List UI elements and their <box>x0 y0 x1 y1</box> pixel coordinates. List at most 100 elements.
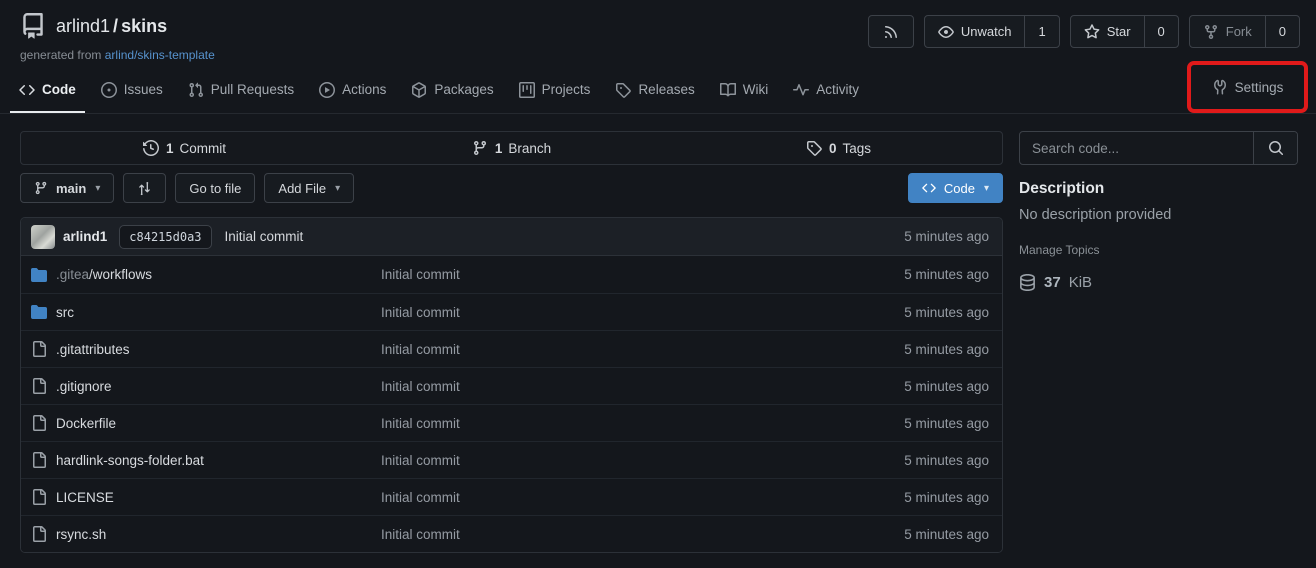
search-input[interactable] <box>1020 132 1253 164</box>
file-commit-message-link[interactable]: Initial commit <box>381 305 904 320</box>
search-icon <box>1268 140 1284 156</box>
file-commit-message-link[interactable]: Initial commit <box>381 342 904 357</box>
file-icon <box>31 489 47 505</box>
file-icon <box>31 452 47 468</box>
repo-action-buttons: Unwatch 1 Star 0 Fork 0 <box>868 15 1300 48</box>
commit-author-link[interactable]: arlind1 <box>63 229 107 244</box>
tab-code[interactable]: Code <box>10 68 85 113</box>
search-button[interactable] <box>1253 132 1297 164</box>
code-icon <box>19 82 35 98</box>
file-time: 5 minutes ago <box>904 416 992 431</box>
file-name-link[interactable]: LICENSE <box>56 490 114 505</box>
template-link[interactable]: arlind/skins-template <box>105 48 215 62</box>
file-name-link[interactable]: .gitignore <box>56 379 112 394</box>
file-name-link[interactable]: .gitattributes <box>56 342 130 357</box>
fork-count[interactable]: 0 <box>1265 16 1299 47</box>
file-time: 5 minutes ago <box>904 490 992 505</box>
code-search-box <box>1019 131 1298 165</box>
tab-projects[interactable]: Projects <box>510 68 600 113</box>
manage-topics-link[interactable]: Manage Topics <box>1019 243 1100 257</box>
tab-wiki[interactable]: Wiki <box>711 68 778 113</box>
branch-selector[interactable]: main ▾ <box>20 173 114 203</box>
file-time: 5 minutes ago <box>904 305 992 320</box>
latest-commit-row: arlind1 c84215d0a3 Initial commit 5 minu… <box>21 218 1002 256</box>
chevron-down-icon: ▾ <box>984 183 989 194</box>
file-commit-message-link[interactable]: Initial commit <box>381 267 904 282</box>
tag-icon <box>615 82 631 98</box>
unwatch-label: Unwatch <box>961 24 1012 39</box>
star-count[interactable]: 0 <box>1144 16 1178 47</box>
file-time: 5 minutes ago <box>904 453 992 468</box>
chevron-down-icon: ▾ <box>335 183 340 194</box>
description-heading: Description <box>1019 180 1298 198</box>
table-row: .gitignore Initial commit 5 minutes ago <box>21 367 1002 404</box>
table-row: .gitattributes Initial commit 5 minutes … <box>21 330 1002 367</box>
file-commit-message-link[interactable]: Initial commit <box>381 453 904 468</box>
table-row: rsync.sh Initial commit 5 minutes ago <box>21 515 1002 552</box>
file-name-link[interactable]: rsync.sh <box>56 527 106 542</box>
tab-packages[interactable]: Packages <box>402 68 502 113</box>
tags-stat[interactable]: 0 Tags <box>675 132 1002 164</box>
repo-icon <box>20 13 46 39</box>
repo-size-unit: KiB <box>1069 274 1092 291</box>
settings-annotation-box: Settings <box>1187 61 1308 113</box>
commit-time: 5 minutes ago <box>904 229 992 244</box>
star-button[interactable]: Star 0 <box>1070 15 1179 48</box>
repo-header: arlind1/skins generated from arlind/skin… <box>0 0 1316 62</box>
commit-message-link[interactable]: Initial commit <box>225 229 304 244</box>
code-download-button[interactable]: Code ▾ <box>908 173 1003 203</box>
tab-pull-requests[interactable]: Pull Requests <box>179 68 303 113</box>
tab-settings[interactable]: Settings <box>1203 79 1293 95</box>
unwatch-button[interactable]: Unwatch 1 <box>924 15 1060 48</box>
repo-stats-bar: 1 Commit 1 Branch 0 Tags <box>20 131 1003 165</box>
file-commit-message-link[interactable]: Initial commit <box>381 527 904 542</box>
file-icon <box>31 341 47 357</box>
star-icon <box>1084 24 1100 40</box>
generated-from: generated from arlind/skins-template <box>20 48 215 62</box>
file-commit-message-link[interactable]: Initial commit <box>381 416 904 431</box>
page-title: arlind1/skins <box>56 16 167 37</box>
chevron-down-icon: ▾ <box>95 183 100 194</box>
go-to-file-button[interactable]: Go to file <box>175 173 255 203</box>
repo-size-number: 37 <box>1044 274 1061 291</box>
repo-size: 37 KiB <box>1019 274 1298 291</box>
repo-owner-link[interactable]: arlind1 <box>56 16 110 36</box>
table-row: LICENSE Initial commit 5 minutes ago <box>21 478 1002 515</box>
history-icon <box>143 140 159 156</box>
tab-activity[interactable]: Activity <box>784 68 868 113</box>
table-row: .gitea/workflows Initial commit 5 minute… <box>21 256 1002 293</box>
pulse-icon <box>793 82 809 98</box>
add-file-button[interactable]: Add File ▾ <box>264 173 354 203</box>
repo-name-link[interactable]: skins <box>121 16 167 36</box>
compare-button[interactable] <box>123 173 166 203</box>
file-name-link[interactable]: .gitea/workflows <box>56 267 152 282</box>
file-name-link[interactable]: Dockerfile <box>56 416 116 431</box>
table-row: src Initial commit 5 minutes ago <box>21 293 1002 330</box>
repo-tabbar: Code Issues Pull Requests Actions Packag… <box>0 68 1316 114</box>
file-commit-message-link[interactable]: Initial commit <box>381 379 904 394</box>
table-row: hardlink-songs-folder.bat Initial commit… <box>21 441 1002 478</box>
folder-icon <box>31 304 47 320</box>
tab-actions[interactable]: Actions <box>310 68 395 113</box>
file-commit-message-link[interactable]: Initial commit <box>381 490 904 505</box>
watch-count[interactable]: 1 <box>1024 16 1058 47</box>
tab-releases[interactable]: Releases <box>606 68 703 113</box>
file-name-link[interactable]: hardlink-songs-folder.bat <box>56 453 204 468</box>
package-icon <box>411 82 427 98</box>
fork-icon <box>1203 24 1219 40</box>
repo-toolbar: main ▾ Go to file Add File ▾ Code ▾ <box>20 173 1003 203</box>
fork-button[interactable]: Fork 0 <box>1189 15 1300 48</box>
branches-stat[interactable]: 1 Branch <box>348 132 675 164</box>
tab-issues[interactable]: Issues <box>92 68 172 113</box>
table-row: Dockerfile Initial commit 5 minutes ago <box>21 404 1002 441</box>
file-table: arlind1 c84215d0a3 Initial commit 5 minu… <box>20 217 1003 553</box>
commit-hash-link[interactable]: c84215d0a3 <box>119 225 211 249</box>
avatar[interactable] <box>31 225 55 249</box>
file-time: 5 minutes ago <box>904 342 992 357</box>
file-name-link[interactable]: src <box>56 305 74 320</box>
rss-icon <box>883 24 899 40</box>
commits-stat[interactable]: 1 Commit <box>21 132 348 164</box>
pull-request-icon <box>188 82 204 98</box>
rss-button[interactable] <box>868 15 914 48</box>
file-time: 5 minutes ago <box>904 267 992 282</box>
